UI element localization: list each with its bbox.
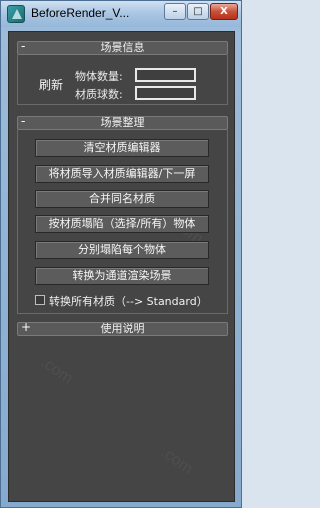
rollout-scene-info-header[interactable]: - 场景信息	[17, 39, 228, 55]
object-count-label: 物体数量:	[75, 70, 123, 83]
convert-all-materials-label: 转换所有材质（--> Standard）	[49, 295, 208, 308]
convert-all-materials-checkbox[interactable]	[35, 295, 45, 305]
import-materials-button[interactable]: 将材质导入材质编辑器/下一屏	[35, 165, 209, 183]
watermark: .com	[37, 353, 76, 388]
collapse-by-material-button[interactable]: 按材质塌陷（选择/所有）物体	[35, 215, 209, 233]
convert-channel-render-button[interactable]: 转换为通道渲染场景	[35, 267, 209, 285]
script-window: BeforeRender_V... – □ X .com .com .com -…	[0, 0, 242, 508]
merge-same-name-materials-button[interactable]: 合并同名材质	[35, 190, 209, 208]
object-count-field[interactable]	[135, 68, 196, 82]
title-bar[interactable]: BeforeRender_V... – □ X	[1, 1, 241, 27]
minimize-button[interactable]: –	[164, 3, 186, 20]
window-title: BeforeRender_V...	[31, 6, 130, 20]
rollout-scene-organize-header[interactable]: - 场景整理	[17, 114, 228, 130]
refresh-button[interactable]: 刷新	[39, 76, 63, 93]
rollout-title: 场景信息	[100, 41, 145, 54]
rollout-help-header[interactable]: + 使用说明	[17, 320, 228, 336]
rollout-title: 使用说明	[100, 322, 145, 335]
script-client-area: .com .com .com - 场景信息 刷新 物体数量: 材质球数: - 场…	[8, 31, 235, 502]
rollout-title: 场景整理	[100, 116, 145, 129]
watermark: .com	[157, 443, 196, 478]
close-button[interactable]: X	[210, 3, 238, 20]
3dsmax-app-icon[interactable]	[7, 5, 25, 23]
maximize-button[interactable]: □	[187, 3, 209, 20]
material-count-field[interactable]	[135, 86, 196, 100]
material-count-label: 材质球数:	[75, 88, 123, 101]
clear-material-editor-button[interactable]: 清空材质编辑器	[35, 139, 209, 157]
collapse-each-object-button[interactable]: 分别塌陷每个物体	[35, 241, 209, 259]
